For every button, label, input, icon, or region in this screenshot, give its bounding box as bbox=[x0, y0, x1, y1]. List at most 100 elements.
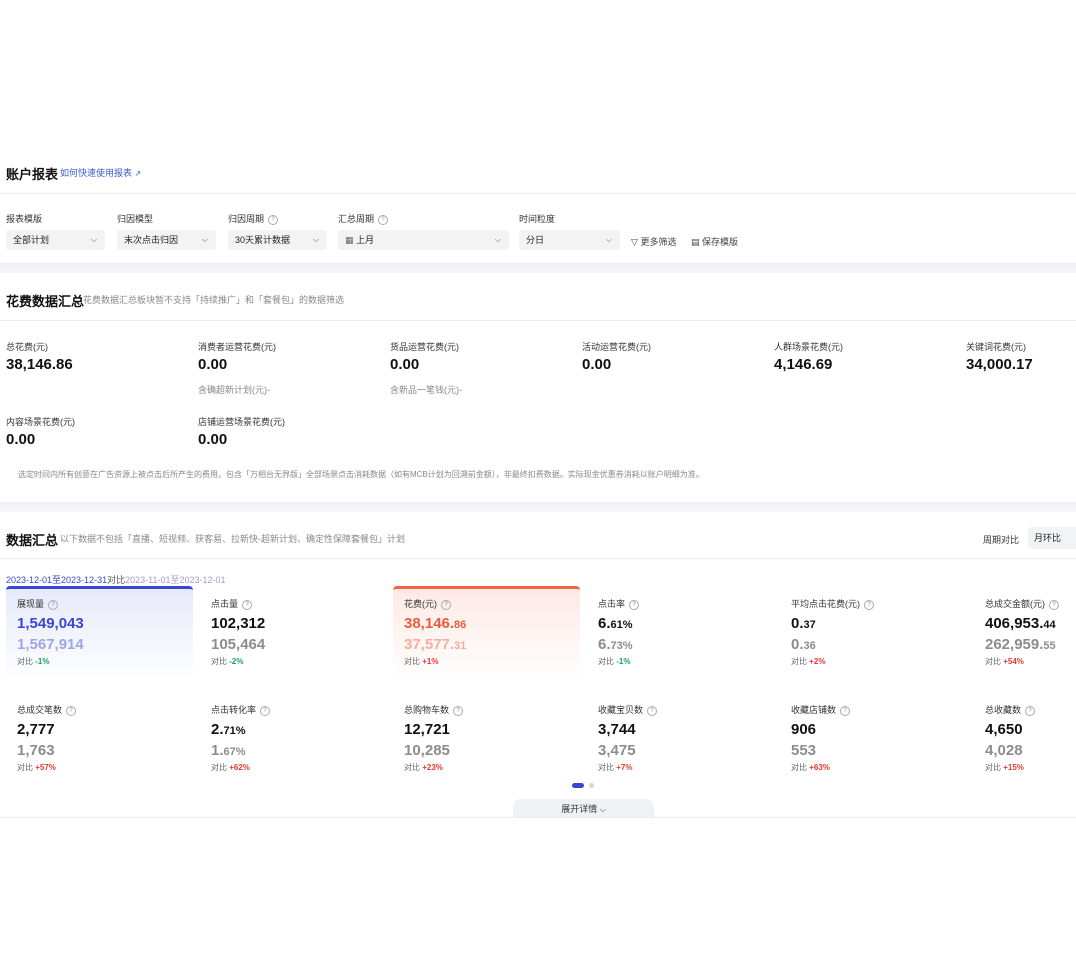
metric-previous-value: 6.73% bbox=[598, 636, 774, 655]
metric-compare-value: +63% bbox=[809, 763, 830, 772]
metric-card-label-text: 展现量 bbox=[17, 599, 45, 609]
help-icon[interactable]: ? bbox=[48, 599, 59, 610]
help-link[interactable]: 如何快速使用报表 ↗ bbox=[60, 166, 141, 179]
summary-section-title: 数据汇总 bbox=[6, 533, 59, 548]
help-icon[interactable]: ? bbox=[1025, 705, 1036, 716]
spend-metric-label: 消费者运营花费(元) bbox=[198, 342, 276, 352]
metric-current-int: 6. bbox=[598, 615, 611, 632]
carousel-dot-active[interactable] bbox=[572, 783, 584, 788]
metric-card-label: 收藏店铺数? bbox=[791, 703, 967, 716]
filter-select[interactable]: ▦ 上月 ⌵ bbox=[338, 230, 509, 250]
metric-card-label-text: 收藏宝贝数 bbox=[598, 705, 644, 715]
divider bbox=[0, 193, 1076, 194]
metric-card[interactable]: 总购物车数? 12,721 10,285 对比 +23% bbox=[393, 692, 580, 788]
filter-label: 归因模型 bbox=[117, 212, 153, 225]
metric-compare-label: 对比 bbox=[17, 657, 33, 666]
metric-compare-label: 对比 bbox=[404, 657, 420, 666]
filter-select[interactable]: 末次点击归因 ⌵ bbox=[117, 230, 216, 250]
metric-previous-value: 1,763 bbox=[17, 742, 193, 761]
chevron-down-icon: ⌵ bbox=[201, 235, 208, 244]
period-compare-select[interactable]: 月环比 bbox=[1028, 527, 1076, 549]
metric-previous-dec: 55 bbox=[1043, 640, 1056, 652]
metric-previous-dec: 36 bbox=[803, 640, 816, 652]
expand-details-label: 展开详情 bbox=[561, 804, 598, 814]
help-link-label: 如何快速使用报表 bbox=[60, 168, 133, 178]
metric-card[interactable]: 总收藏数? 4,650 4,028 对比 +15% bbox=[974, 692, 1076, 788]
expand-details-button[interactable]: 展开详情 ⌵ bbox=[513, 799, 654, 817]
metric-card[interactable]: 总成交笔数? 2,777 1,763 对比 +57% bbox=[6, 692, 193, 788]
help-icon[interactable]: ? bbox=[242, 599, 253, 610]
metric-card[interactable]: 点击转化率? 2.71% 1.67% 对比 +62% bbox=[200, 692, 387, 788]
help-icon[interactable]: ? bbox=[378, 214, 389, 225]
help-icon[interactable]: ? bbox=[1049, 599, 1059, 610]
metric-card[interactable]: 展现量? 1,549,043 1,567,914 对比 -1% bbox=[6, 586, 193, 682]
metric-previous-int: 1. bbox=[211, 742, 224, 759]
date-range: 2023-12-01至2023-12-31对比2023-11-01至2023-1… bbox=[6, 573, 226, 586]
spend-metric-label: 店铺运营场景花费(元) bbox=[198, 417, 285, 427]
metric-card-label-text: 总成交金额(元) bbox=[985, 599, 1045, 609]
metric-previous-int: 1,567,914 bbox=[17, 636, 84, 653]
spend-metric-value: 0.00 bbox=[390, 356, 420, 373]
metric-current-dec: 37 bbox=[803, 619, 816, 631]
metric-previous-value: 37,577.31 bbox=[404, 636, 580, 655]
summary-section-subtitle: 以下数据不包括「直播、短视频、获客易、拉新快-超新计划、确定性保障套餐包」计划 bbox=[60, 534, 405, 544]
more-filter-button[interactable]: ▽ 更多筛选 bbox=[631, 235, 676, 248]
external-link-icon: ↗ bbox=[134, 169, 142, 178]
help-icon[interactable]: ? bbox=[647, 705, 658, 716]
metric-card[interactable]: 收藏宝贝数? 3,744 3,475 对比 +7% bbox=[587, 692, 774, 788]
metric-compare: 对比 +15% bbox=[985, 762, 1076, 773]
filter-value: 分日 bbox=[526, 235, 545, 245]
filter-select[interactable]: 30天累计数据 ⌵ bbox=[228, 230, 327, 250]
metric-card[interactable]: 点击量? 102,312 105,464 对比 -2% bbox=[200, 586, 387, 682]
help-icon[interactable]: ? bbox=[260, 705, 271, 716]
filter-select[interactable]: 分日 ⌵ bbox=[519, 230, 620, 250]
metric-card[interactable]: 收藏店铺数? 906 553 对比 +63% bbox=[780, 692, 967, 788]
metric-current-value: 2,777 bbox=[17, 721, 193, 740]
metric-card-label: 点击率? bbox=[598, 597, 774, 610]
help-icon[interactable]: ? bbox=[66, 705, 77, 716]
metric-card[interactable]: 总成交金额(元)? 406,953.44 262,959.55 对比 +54% bbox=[974, 586, 1076, 682]
metric-current-value: 12,721 bbox=[404, 721, 580, 740]
metric-previous-int: 3,475 bbox=[598, 742, 636, 759]
metric-previous-dec: 73% bbox=[610, 640, 633, 652]
spend-metric-label: 活动运营花费(元) bbox=[582, 342, 651, 352]
metric-card-label: 收藏宝贝数? bbox=[598, 703, 774, 716]
metric-compare-value: +15% bbox=[1003, 763, 1024, 772]
spend-metric: 人群场景花费(元) 4,146.69 bbox=[774, 340, 843, 373]
metric-previous-int: 1,763 bbox=[17, 742, 55, 759]
save-template-label: 保存模版 bbox=[702, 237, 739, 247]
filter-label: 时间粒度 bbox=[519, 212, 555, 225]
metric-compare-label: 对比 bbox=[985, 657, 1001, 666]
filter-label: 报表模版 bbox=[6, 212, 42, 225]
metric-current-int: 2. bbox=[211, 721, 224, 738]
metric-card[interactable]: 点击率? 6.61% 6.73% 对比 -1% bbox=[587, 586, 774, 682]
help-icon[interactable]: ? bbox=[441, 599, 451, 610]
date-range-vs: 对比 bbox=[107, 575, 126, 585]
metric-card[interactable]: 平均点击花费(元)? 0.37 0.36 对比 +2% bbox=[780, 586, 967, 682]
metric-previous-dec: 31 bbox=[454, 640, 467, 652]
help-icon[interactable]: ? bbox=[453, 705, 464, 716]
filter-value: 30天累计数据 bbox=[235, 235, 291, 245]
metric-compare: 对比 +7% bbox=[598, 762, 774, 773]
metric-compare: 对比 +63% bbox=[791, 762, 967, 773]
spend-metric-sub: 含确超新计划(元)- bbox=[198, 385, 270, 395]
metric-compare-label: 对比 bbox=[791, 657, 807, 666]
help-icon[interactable]: ? bbox=[864, 599, 874, 610]
spend-section-subtitle: 花费数据汇总板块暂不支持「持续推广」和「套餐包」的数据筛选 bbox=[83, 295, 345, 305]
carousel-dot[interactable] bbox=[589, 783, 594, 788]
help-icon[interactable]: ? bbox=[840, 705, 851, 716]
filter-value: 全部计划 bbox=[13, 235, 50, 245]
spend-metric: 活动运营花费(元) 0.00 bbox=[582, 340, 651, 373]
filter-label: 汇总周期? bbox=[338, 212, 389, 225]
metric-compare: 对比 -1% bbox=[17, 656, 193, 667]
metric-previous-value: 262,959.55 bbox=[985, 636, 1076, 655]
help-icon[interactable]: ? bbox=[629, 599, 640, 610]
metric-current-value: 906 bbox=[791, 721, 967, 740]
metric-card[interactable]: 花费(元)? 38,146.86 37,577.31 对比 +1% bbox=[393, 586, 580, 682]
filter-select[interactable]: 全部计划 ⌵ bbox=[6, 230, 105, 250]
save-template-button[interactable]: ▤ 保存模版 bbox=[691, 235, 738, 248]
metric-current-value: 38,146.86 bbox=[404, 615, 580, 634]
spend-metric-value: 0.00 bbox=[198, 356, 228, 373]
metric-current-int: 3,744 bbox=[598, 721, 636, 738]
help-icon[interactable]: ? bbox=[268, 214, 279, 225]
